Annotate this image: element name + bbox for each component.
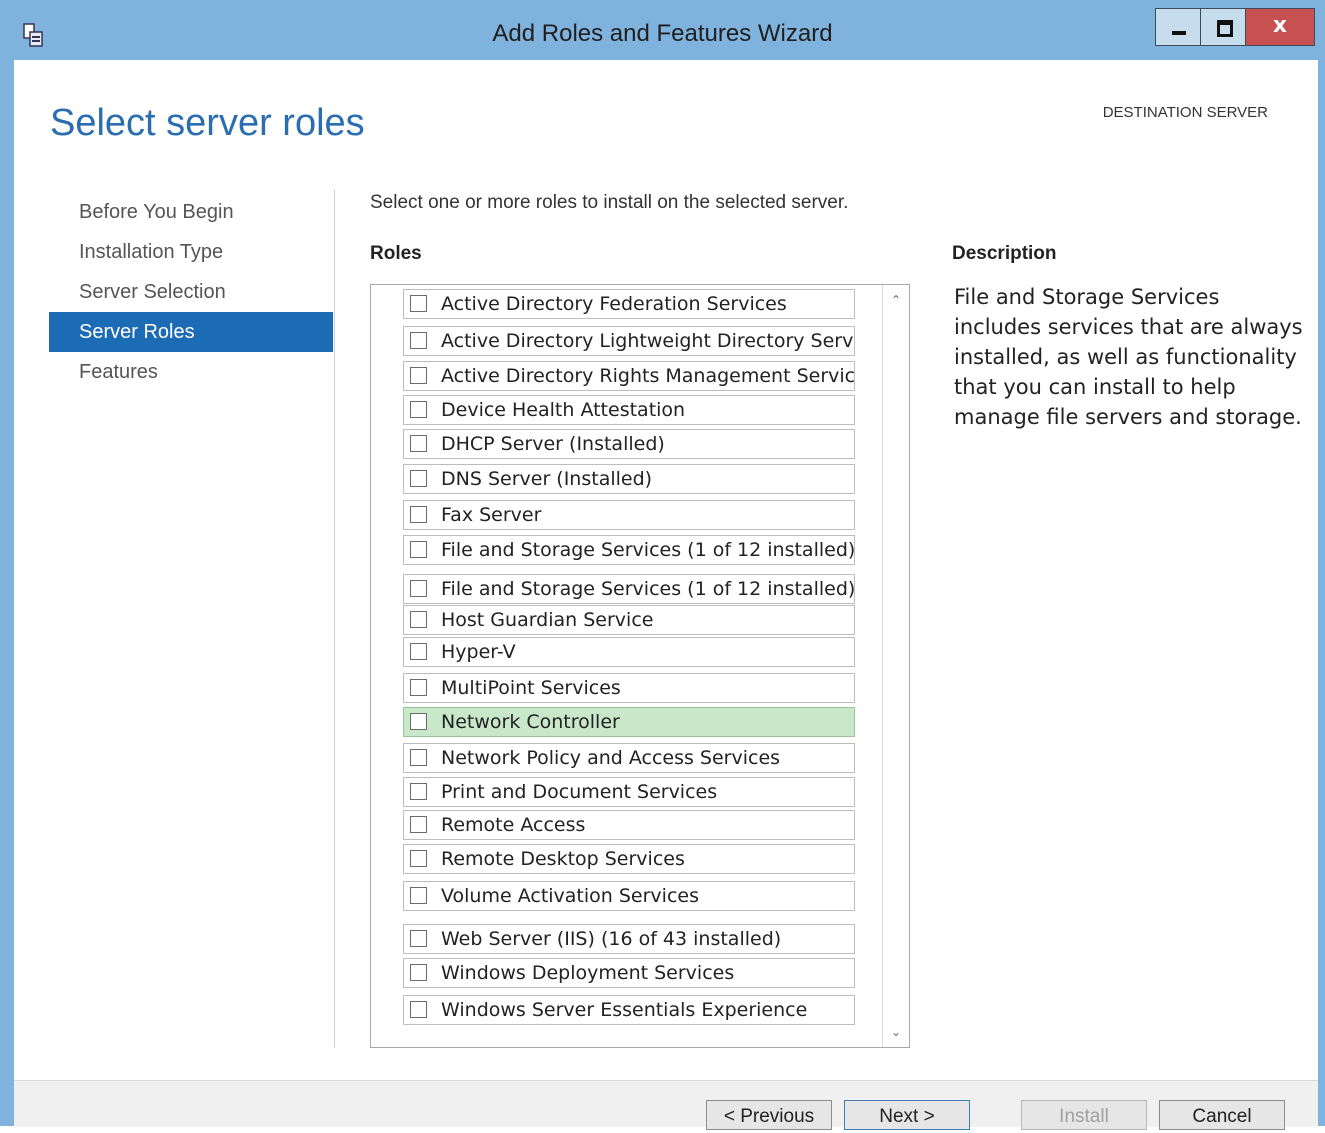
close-icon: x — [1272, 13, 1288, 38]
minimize-icon — [1172, 31, 1186, 35]
role-checkbox[interactable] — [410, 749, 427, 766]
description-text: File and Storage Services includes servi… — [954, 285, 1303, 429]
role-label: Fax Server — [441, 504, 542, 526]
role-row[interactable]: Web Server (IIS) (16 of 43 installed) — [403, 924, 855, 954]
role-row[interactable]: Fax Server — [403, 500, 855, 530]
role-row[interactable]: Active Directory Federation Services — [403, 289, 855, 319]
role-label: Remote Access — [441, 814, 586, 836]
role-checkbox[interactable] — [410, 713, 427, 730]
role-checkbox[interactable] — [410, 783, 427, 800]
role-row[interactable]: Device Health Attestation — [403, 395, 855, 425]
role-label: Volume Activation Services — [441, 885, 699, 907]
maximize-icon — [1217, 20, 1233, 37]
role-row[interactable]: Network Controller — [403, 707, 855, 737]
role-row[interactable]: MultiPoint Services — [403, 673, 855, 703]
page-title: Select server roles — [50, 102, 365, 144]
destination-server-label: DESTINATION SERVER — [1102, 104, 1268, 121]
wizard-nav: Before You Begin Installation Type Serve… — [49, 192, 333, 392]
role-label: Active Directory Federation Services — [441, 293, 787, 315]
role-label: Windows Deployment Services — [441, 962, 735, 984]
role-label: Network Policy and Access Services — [441, 747, 781, 769]
role-label: Host Guardian Service — [441, 609, 654, 631]
role-checkbox[interactable] — [410, 643, 427, 660]
roles-list[interactable]: Active Directory Federation Services Acti… — [370, 284, 910, 1048]
title-bar: Add Roles and Features Wizard — [0, 8, 1325, 60]
maximize-button[interactable] — [1200, 8, 1246, 46]
role-checkbox[interactable] — [410, 506, 427, 523]
window-title: Add Roles and Features Wizard — [492, 20, 833, 47]
nav-item-installation-type[interactable]: Installation Type — [49, 232, 333, 272]
role-checkbox[interactable] — [410, 580, 427, 597]
nav-item-features[interactable]: Features — [49, 352, 333, 392]
role-label: Active Directory Lightweight Directory S… — [441, 330, 855, 352]
role-label: DNS Server (Installed) — [441, 468, 653, 490]
role-checkbox[interactable] — [410, 470, 427, 487]
role-label: Windows Server Essentials Experience — [441, 999, 808, 1021]
nav-item-server-roles[interactable]: Server Roles — [49, 312, 333, 352]
role-row[interactable]: File and Storage Services (1 of 12 insta… — [403, 574, 855, 604]
role-checkbox[interactable] — [410, 930, 427, 947]
role-row[interactable]: Network Policy and Access Services — [403, 743, 855, 773]
roles-heading: Roles — [370, 243, 422, 264]
role-row[interactable]: Windows Deployment Services — [403, 958, 855, 988]
wizard-content: Select server roles DESTINATION SERVER B… — [14, 60, 1318, 1126]
role-checkbox[interactable] — [410, 541, 427, 558]
role-label: MultiPoint Services — [441, 677, 621, 699]
role-row[interactable]: Windows Server Essentials Experience — [403, 995, 855, 1025]
instruction-text: Select one or more roles to install on t… — [370, 192, 849, 213]
role-checkbox[interactable] — [410, 816, 427, 833]
role-checkbox[interactable] — [410, 367, 427, 384]
roles-scrollbar[interactable]: ⌃ ⌄ — [882, 285, 909, 1047]
role-label: File and Storage Services (1 of 12 insta… — [441, 539, 855, 561]
role-checkbox[interactable] — [410, 887, 427, 904]
role-row[interactable]: Remote Desktop Services — [403, 844, 855, 874]
role-checkbox[interactable] — [410, 401, 427, 418]
role-label: Web Server (IIS) (16 of 43 installed) — [441, 928, 782, 950]
minimize-button[interactable] — [1155, 8, 1201, 46]
role-row[interactable]: Active Directory Lightweight Directory S… — [403, 326, 855, 356]
role-checkbox[interactable] — [410, 295, 427, 312]
role-row[interactable]: Host Guardian Service — [403, 605, 855, 635]
role-checkbox[interactable] — [410, 611, 427, 628]
role-row[interactable]: Hyper-V — [403, 637, 855, 667]
role-checkbox[interactable] — [410, 964, 427, 981]
role-label: Active Directory Rights Management Servi… — [441, 365, 855, 387]
role-checkbox[interactable] — [410, 679, 427, 696]
role-label: File and Storage Services (1 of 12 insta… — [441, 578, 855, 600]
role-row[interactable]: Remote Access — [403, 810, 855, 840]
role-row[interactable]: Active Directory Rights Management Servi… — [403, 361, 855, 391]
role-label: Device Health Attestation — [441, 399, 686, 421]
role-label: Network Controller — [441, 711, 620, 733]
role-label: Print and Document Services — [441, 781, 718, 803]
nav-item-before-you-begin[interactable]: Before You Begin — [49, 192, 333, 232]
role-row[interactable]: Volume Activation Services — [403, 881, 855, 911]
role-checkbox[interactable] — [410, 332, 427, 349]
role-label: DHCP Server (Installed) — [441, 433, 665, 455]
nav-divider — [334, 190, 335, 1048]
description-heading: Description — [952, 243, 1057, 264]
role-row[interactable]: DNS Server (Installed) — [403, 464, 855, 494]
close-button[interactable]: x — [1245, 8, 1315, 46]
scroll-up-icon[interactable]: ⌃ — [883, 289, 909, 311]
role-label: Hyper-V — [441, 641, 516, 663]
role-checkbox[interactable] — [410, 850, 427, 867]
nav-item-server-selection[interactable]: Server Selection — [49, 272, 333, 312]
role-row[interactable]: Print and Document Services — [403, 777, 855, 807]
scroll-down-icon[interactable]: ⌄ — [883, 1021, 909, 1043]
role-row[interactable]: DHCP Server (Installed) — [403, 429, 855, 459]
role-checkbox[interactable] — [410, 1001, 427, 1018]
role-label: Remote Desktop Services — [441, 848, 685, 870]
role-checkbox[interactable] — [410, 435, 427, 452]
role-row[interactable]: File and Storage Services (1 of 12 insta… — [403, 535, 855, 565]
